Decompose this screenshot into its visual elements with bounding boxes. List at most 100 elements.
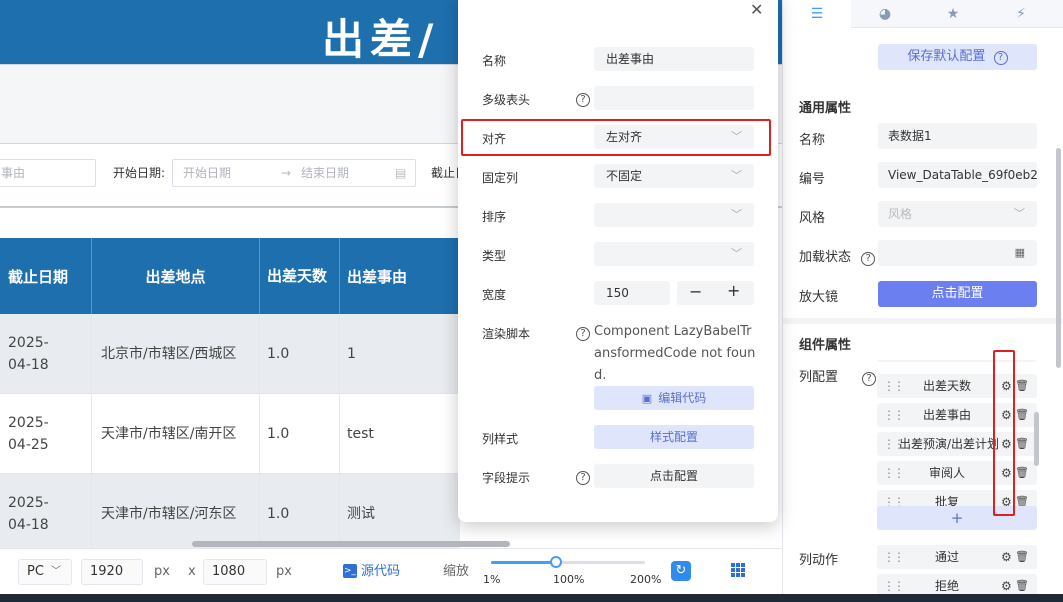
gear-icon[interactable]: ⚙: [1001, 574, 1012, 594]
width-input[interactable]: 150: [594, 281, 670, 305]
source-code-button[interactable]: 源代码: [361, 562, 400, 582]
end-date-placeholder: 结束日期: [301, 166, 350, 180]
height-input[interactable]: 1080: [203, 559, 267, 585]
zoom-min: 1%: [483, 573, 501, 586]
date-range-picker[interactable]: 开始日期 → 结束日期 ▤: [172, 159, 416, 187]
palette-icon: ◕: [878, 6, 892, 22]
reason-search-input[interactable]: 事由: [0, 159, 96, 187]
width-stepper: − +: [677, 281, 754, 305]
component-section-title: 组件属性: [799, 338, 852, 353]
os-taskbar: [0, 594, 1063, 602]
tab-events[interactable]: ⚡: [987, 0, 1055, 28]
section-divider: [783, 318, 1063, 324]
multi-header-input[interactable]: [594, 86, 754, 110]
action-name: 拒绝: [934, 579, 959, 593]
column-header[interactable]: 截止日期: [0, 238, 92, 314]
zoom-slider-handle[interactable]: [549, 556, 562, 568]
trash-icon[interactable]: 🗑: [1015, 403, 1029, 427]
width-input[interactable]: 1920: [81, 559, 143, 585]
id-field[interactable]: View_DataTable_69f0eb24: [878, 162, 1037, 188]
terminal-icon[interactable]: >_: [343, 564, 357, 578]
gear-icon[interactable]: ⚙: [1001, 545, 1012, 569]
tab-properties[interactable]: ☰: [783, 0, 851, 28]
column-header[interactable]: 出差地点: [92, 238, 260, 314]
align-row-highlight: [461, 119, 771, 156]
minus-icon[interactable]: −: [689, 282, 702, 301]
table-cell: 1.0: [260, 314, 340, 394]
lightning-icon: ⚡: [1016, 6, 1026, 22]
plus-icon[interactable]: +: [727, 281, 740, 300]
calendar-icon: ▤: [395, 166, 407, 180]
tab-favorites[interactable]: ★: [919, 0, 987, 28]
help-icon[interactable]: ?: [576, 93, 590, 107]
refresh-icon[interactable]: ↻: [671, 561, 691, 581]
table-cell: 天津市/市辖区/南开区: [92, 394, 260, 474]
table-cell: 1: [347, 346, 356, 362]
table-row[interactable]: 2025-04-18 天津市/市辖区/河东区 1.0 测试: [0, 474, 460, 548]
name-label: 名称: [799, 133, 826, 148]
trash-icon[interactable]: 🗑: [1015, 545, 1029, 569]
zoom-max: 200%: [630, 573, 662, 586]
list-scrollbar[interactable]: [1034, 412, 1039, 466]
device-select[interactable]: PC ﹀: [18, 559, 72, 585]
render-script-label: 渲染脚本: [482, 327, 531, 341]
tab-style[interactable]: ◕: [851, 0, 919, 28]
horizontal-scrollbar[interactable]: [192, 541, 510, 547]
panel-tabs: ☰ ◕ ★ ⚡: [783, 0, 1063, 28]
chevron-down-icon: ﹀: [731, 208, 742, 221]
help-icon[interactable]: ?: [576, 471, 590, 485]
close-icon[interactable]: ✕: [750, 0, 763, 19]
id-label: 编号: [799, 172, 826, 187]
star-icon: ★: [946, 6, 960, 22]
width-unit: px: [154, 564, 170, 579]
list-item[interactable]: ⋮⋮ 通过 ⚙ 🗑: [877, 545, 1037, 569]
type-select[interactable]: ﹀: [594, 242, 754, 266]
table-cell: 2025-04-18: [0, 474, 92, 548]
trash-icon[interactable]: 🗑: [1015, 461, 1029, 485]
column-name: 出差天数: [922, 379, 971, 393]
grid-icon[interactable]: [731, 563, 745, 577]
field-name-input[interactable]: 出差事由: [594, 47, 754, 71]
style-config-button[interactable]: 样式配置: [594, 425, 754, 449]
table-row[interactable]: 2025-04-18 北京市/市辖区/西城区 1.0 1: [0, 314, 460, 394]
trash-icon[interactable]: 🗑: [1015, 574, 1029, 594]
chevron-down-icon: ﹀: [731, 247, 742, 260]
tip-config-button[interactable]: 点击配置: [594, 464, 754, 488]
fixed-label: 固定列: [482, 171, 519, 185]
table-row[interactable]: 2025-04-25 天津市/市辖区/南开区 1.0 test: [0, 394, 460, 474]
help-icon[interactable]: ?: [861, 252, 876, 266]
column-gear-highlight: [993, 350, 1015, 516]
magnifier-config-button[interactable]: 点击配置: [878, 281, 1037, 307]
save-default-config-button[interactable]: 保存默认配置 ?: [878, 44, 1037, 70]
loading-state-field[interactable]: ▦: [878, 240, 1037, 266]
sort-select[interactable]: ﹀: [594, 203, 754, 227]
column-name: 审阅人: [928, 466, 965, 480]
column-style-label: 列样式: [482, 432, 519, 446]
fixed-select[interactable]: 不固定 ﹀: [594, 164, 754, 188]
panel-scrollbar[interactable]: [1056, 148, 1061, 368]
trash-icon[interactable]: 🗑: [1015, 374, 1029, 398]
zoom-label: 缩放: [443, 564, 470, 579]
action-name: 通过: [934, 550, 959, 564]
trash-icon[interactable]: 🗑: [1015, 432, 1029, 456]
help-icon[interactable]: ?: [576, 327, 590, 341]
width-label: 宽度: [482, 288, 507, 302]
table-cell: 北京市/市辖区/西城区: [92, 314, 260, 394]
column-header[interactable]: 出差天数: [260, 238, 340, 314]
zoom-slider[interactable]: [491, 556, 645, 568]
style-select[interactable]: 风格 ﹀: [878, 201, 1037, 227]
times-sign: x: [188, 564, 196, 579]
list-item[interactable]: ⋮⋮ 拒绝 ⚙ 🗑: [877, 574, 1037, 594]
column-actions-label: 列动作: [799, 553, 839, 568]
code-icon: ▣: [641, 392, 653, 405]
column-settings-popup: ✕ 名称 出差事由 多级表头 ? 对齐 左对齐 ﹀ 固定列 不固定 ﹀ 排序 ﹀…: [458, 0, 778, 522]
list-icon: ☰: [810, 6, 824, 22]
reason-placeholder: 事由: [1, 166, 26, 180]
style-label: 风格: [799, 211, 826, 226]
column-header[interactable]: 出差事由: [340, 238, 460, 314]
name-field[interactable]: 表数据1: [878, 123, 1037, 149]
table-cell: 天津市/市辖区/河东区: [92, 474, 260, 548]
loading-state-label: 加载状态 ?: [799, 246, 876, 266]
edit-code-button[interactable]: ▣ 编辑代码: [594, 386, 754, 410]
chevron-down-icon: ﹀: [51, 566, 61, 577]
